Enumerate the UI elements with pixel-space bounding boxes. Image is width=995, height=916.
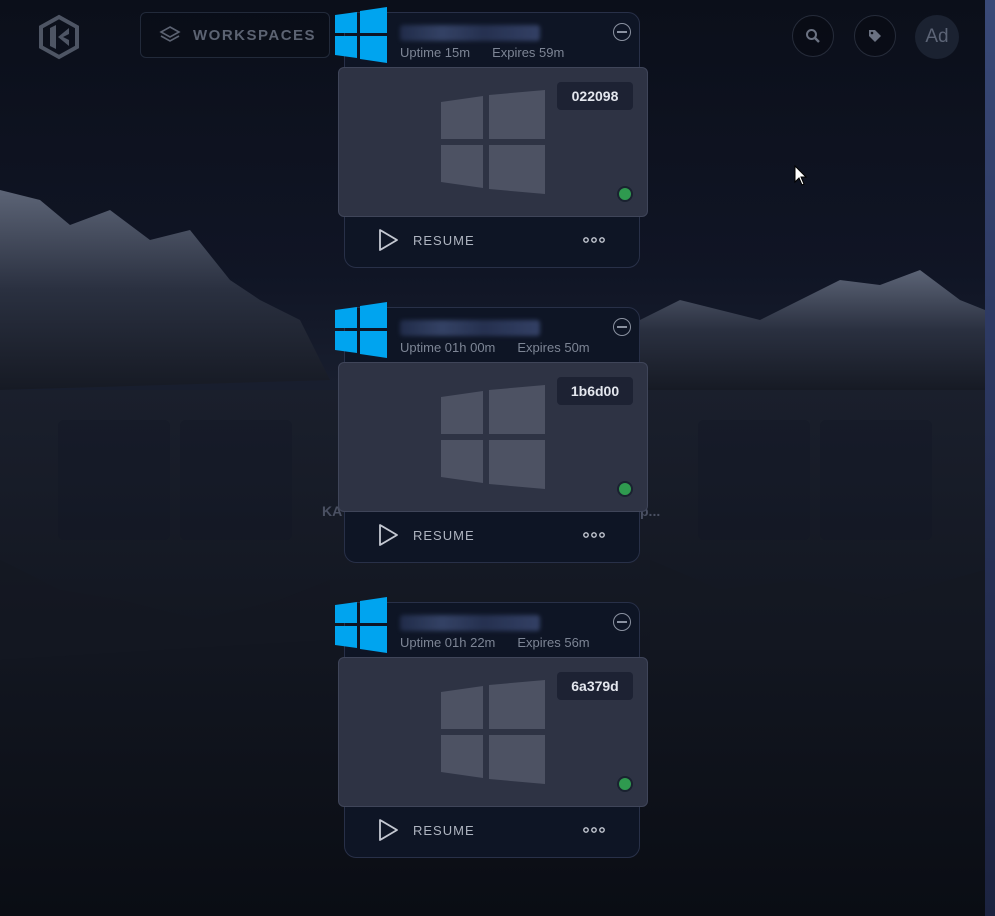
more-options-icon[interactable] <box>583 827 605 833</box>
search-button[interactable] <box>792 15 834 57</box>
session-id-badge: 1b6d00 <box>557 377 633 405</box>
status-indicator <box>617 481 633 497</box>
windows-watermark-icon <box>441 680 545 784</box>
session-preview[interactable]: 6a379d <box>338 657 648 807</box>
session-card[interactable]: Uptime 01h 00m Expires 50m 1b6d00 RESUME <box>335 302 648 563</box>
uptime-text: Uptime 01h 00m <box>400 340 496 355</box>
page-scrollbar[interactable] <box>985 0 995 916</box>
expires-text: Expires 56m <box>517 635 590 650</box>
workspaces-label: WORKSPACES <box>193 26 317 44</box>
session-card[interactable]: Uptime 15m Expires 59m 022098 RESUME <box>335 7 648 268</box>
status-indicator <box>617 186 633 202</box>
resume-button[interactable]: RESUME <box>413 233 475 248</box>
session-meta: Uptime 01h 00m Expires 50m <box>400 340 590 355</box>
uptime-text: Uptime 01h 22m <box>400 635 496 650</box>
windows-watermark-icon <box>441 90 545 194</box>
session-id-badge: 6a379d <box>557 672 633 700</box>
expires-text: Expires 50m <box>517 340 590 355</box>
session-meta: Uptime 01h 22m Expires 56m <box>400 635 590 650</box>
session-meta: Uptime 15m Expires 59m <box>400 45 564 60</box>
more-options-icon[interactable] <box>583 237 605 243</box>
session-card[interactable]: Uptime 01h 22m Expires 56m 6a379d RESUME <box>335 597 648 858</box>
session-footer: RESUME <box>345 807 639 857</box>
layers-icon <box>159 26 181 42</box>
background-app-tile <box>698 420 810 540</box>
mouse-cursor-icon <box>794 165 808 186</box>
play-icon[interactable] <box>377 523 399 547</box>
status-indicator <box>617 776 633 792</box>
session-title-redacted <box>400 320 540 336</box>
background-app-tile <box>820 420 932 540</box>
kasm-logo-icon[interactable] <box>36 14 82 60</box>
session-footer: RESUME <box>345 512 639 562</box>
search-icon <box>806 29 820 43</box>
tag-button[interactable] <box>854 15 896 57</box>
minimize-icon[interactable] <box>613 613 631 631</box>
windows-watermark-icon <box>441 385 545 489</box>
session-preview[interactable]: 022098 <box>338 67 648 217</box>
minimize-icon[interactable] <box>613 318 631 336</box>
session-title-redacted <box>400 25 540 41</box>
expires-text: Expires 59m <box>492 45 565 60</box>
windows-logo-icon <box>335 597 387 653</box>
uptime-text: Uptime 15m <box>400 45 471 60</box>
background-app-tile <box>180 420 292 540</box>
resume-button[interactable]: RESUME <box>413 823 475 838</box>
windows-logo-icon <box>335 302 387 358</box>
session-footer: RESUME <box>345 217 639 267</box>
background-app-tile <box>58 420 170 540</box>
minimize-icon[interactable] <box>613 23 631 41</box>
session-title-redacted <box>400 615 540 631</box>
tag-icon <box>869 30 881 42</box>
workspaces-button[interactable]: WORKSPACES <box>140 12 330 58</box>
session-id-badge: 022098 <box>557 82 633 110</box>
more-options-icon[interactable] <box>583 532 605 538</box>
windows-logo-icon <box>335 7 387 63</box>
play-icon[interactable] <box>377 228 399 252</box>
user-avatar[interactable]: Ad <box>915 15 959 59</box>
resume-button[interactable]: RESUME <box>413 528 475 543</box>
session-preview[interactable]: 1b6d00 <box>338 362 648 512</box>
play-icon[interactable] <box>377 818 399 842</box>
